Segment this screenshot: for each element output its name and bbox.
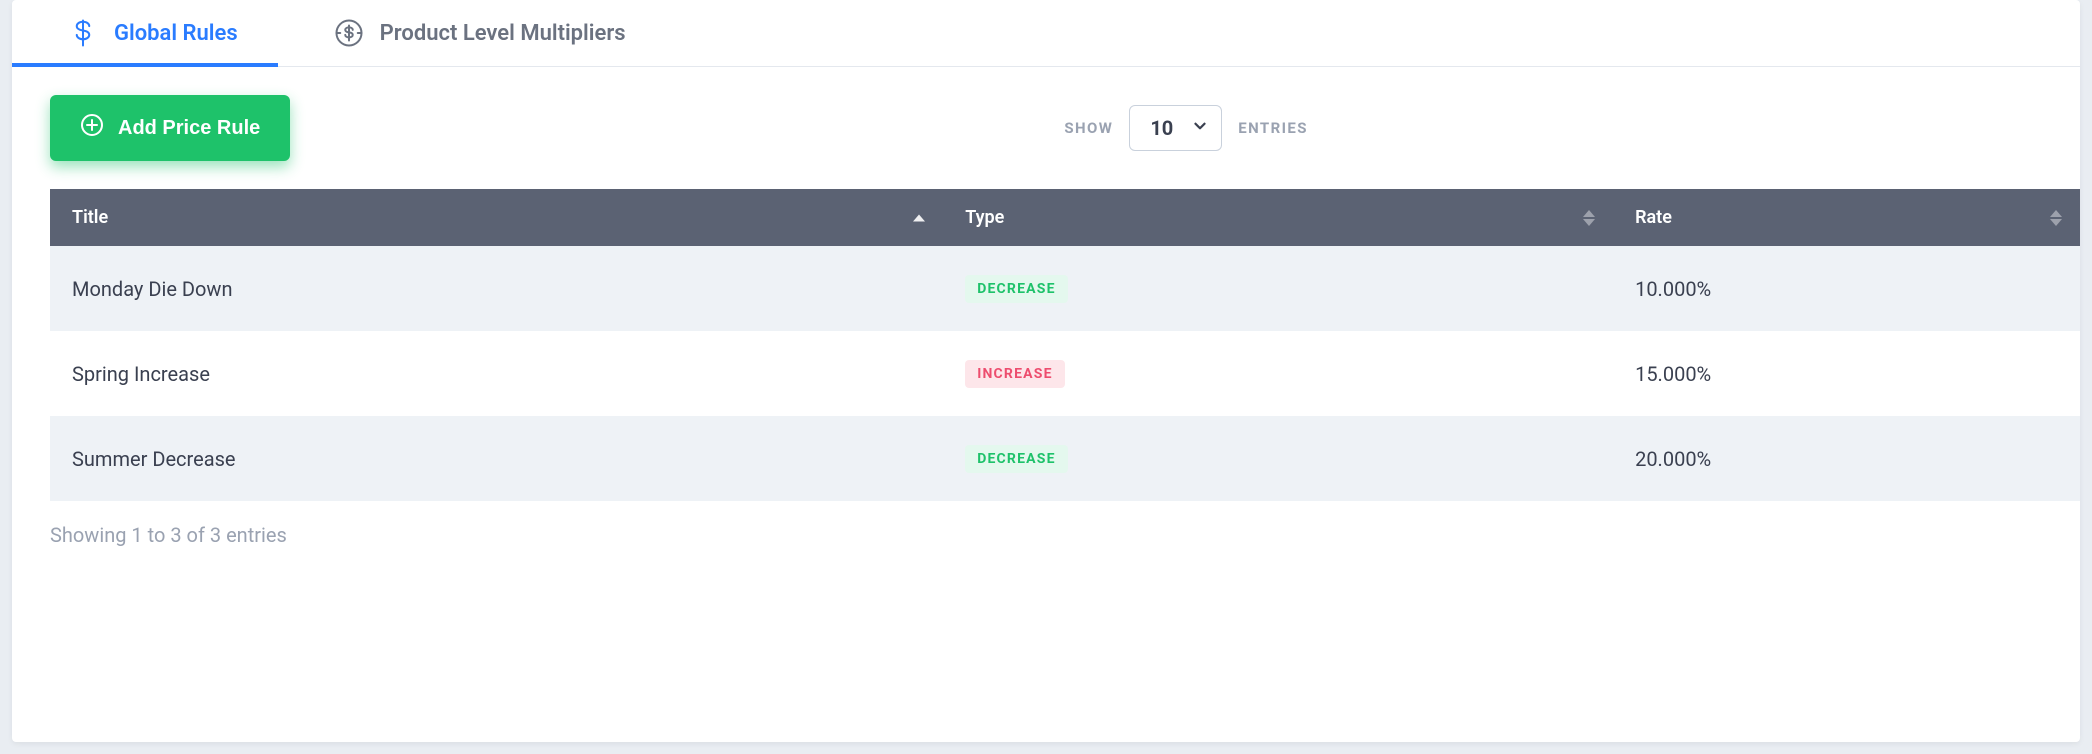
chevron-down-icon [1191, 116, 1209, 140]
sort-icon [1583, 210, 1595, 226]
cell-rate: 10.000% [1613, 246, 2080, 331]
cell-type: DECREASE [943, 246, 1613, 331]
table-header-row: Title Type Rate [50, 189, 2080, 246]
column-header-label: Type [965, 207, 1004, 228]
rules-table: Title Type Rate [50, 189, 2080, 501]
type-badge: DECREASE [965, 275, 1067, 303]
sort-asc-icon [913, 214, 925, 221]
column-header-label: Title [72, 207, 108, 228]
table-row[interactable]: Spring Increase INCREASE 15.000% [50, 331, 2080, 416]
dollar-icon [68, 18, 98, 48]
cell-title: Summer Decrease [50, 416, 943, 501]
cell-rate: 20.000% [1613, 416, 2080, 501]
target-dollar-icon [334, 18, 364, 48]
column-header-label: Rate [1635, 207, 1672, 228]
type-badge: INCREASE [965, 360, 1064, 388]
page-length-value: 10 [1150, 116, 1173, 140]
add-button-label: Add Price Rule [118, 117, 260, 140]
cell-title: Monday Die Down [50, 246, 943, 331]
content-panel: Global Rules Product Level Multipliers [12, 0, 2080, 742]
page-length-select[interactable]: 10 [1129, 105, 1222, 151]
column-header-title[interactable]: Title [50, 189, 943, 246]
add-price-rule-button[interactable]: Add Price Rule [50, 95, 290, 161]
cell-rate: 15.000% [1613, 331, 2080, 416]
show-label: SHOW [1064, 119, 1113, 137]
table-info: Showing 1 to 3 of 3 entries [12, 501, 2080, 569]
tab-label: Product Level Multipliers [380, 21, 626, 46]
page-length-control: SHOW 10 ENTRIES [1064, 105, 1307, 151]
toolbar: Add Price Rule SHOW 10 ENTRIES [12, 67, 2080, 189]
entries-label: ENTRIES [1238, 119, 1308, 137]
tabs: Global Rules Product Level Multipliers [12, 0, 2080, 67]
table-body: Monday Die Down DECREASE 10.000% Spring … [50, 246, 2080, 501]
cell-type: DECREASE [943, 416, 1613, 501]
type-badge: DECREASE [965, 445, 1067, 473]
table-row[interactable]: Summer Decrease DECREASE 20.000% [50, 416, 2080, 501]
column-header-rate[interactable]: Rate [1613, 189, 2080, 246]
cell-title: Spring Increase [50, 331, 943, 416]
tab-product-level-multipliers[interactable]: Product Level Multipliers [278, 0, 666, 66]
column-header-type[interactable]: Type [943, 189, 1613, 246]
table-row[interactable]: Monday Die Down DECREASE 10.000% [50, 246, 2080, 331]
sort-icon [2050, 210, 2062, 226]
plus-circle-icon [80, 113, 104, 143]
tab-global-rules[interactable]: Global Rules [12, 0, 278, 66]
cell-type: INCREASE [943, 331, 1613, 416]
tab-label: Global Rules [114, 21, 238, 46]
